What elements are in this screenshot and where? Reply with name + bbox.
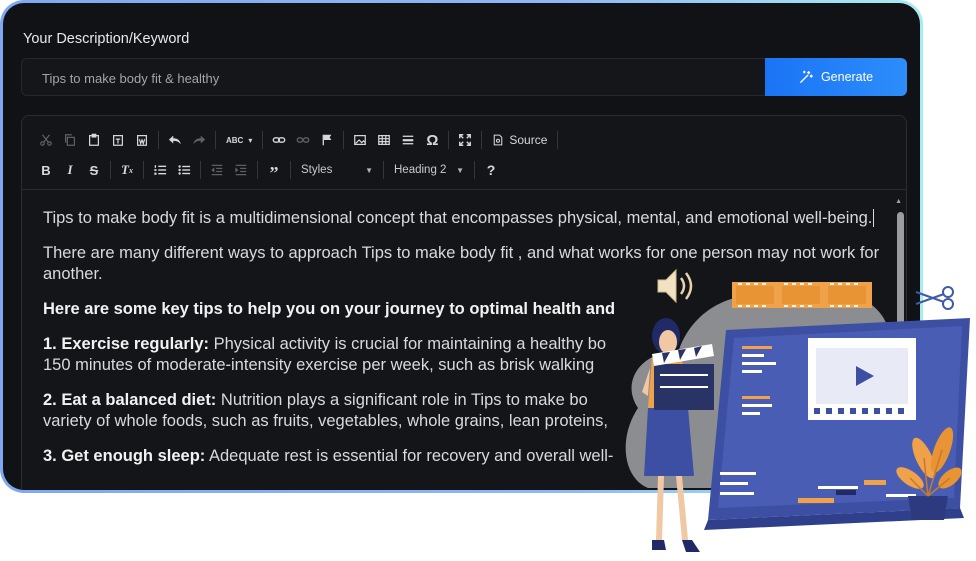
help-icon[interactable]: ? <box>479 158 503 182</box>
format-label: Heading 2 <box>394 164 447 176</box>
toolbar-row-1: ABC ▾ Ω Source <box>34 126 906 154</box>
source-label: Source <box>509 133 548 147</box>
toolbar-separator <box>215 131 216 149</box>
toolbar-separator <box>557 131 559 149</box>
film-strip-icon <box>732 282 872 308</box>
numbered-list-icon[interactable] <box>148 158 172 182</box>
indent-icon[interactable] <box>229 158 253 182</box>
paste-text-icon[interactable] <box>106 128 130 152</box>
strikethrough-icon[interactable]: S <box>82 158 106 182</box>
source-icon <box>494 134 503 146</box>
video-editing-illustration <box>625 268 970 552</box>
description-input[interactable]: Tips to make body fit & healthy <box>21 58 767 96</box>
source-button[interactable]: Source <box>486 133 553 147</box>
toolbar-separator <box>290 161 291 179</box>
paste-word-icon[interactable] <box>130 128 154 152</box>
blockquote-icon[interactable]: ” <box>262 158 286 183</box>
paragraph-1: Tips to make body fit is a multidimensio… <box>43 209 875 227</box>
description-label: Your Description/Keyword <box>23 31 190 47</box>
redo-icon[interactable] <box>187 128 211 152</box>
toolbar-separator <box>200 161 201 179</box>
maximize-icon[interactable] <box>453 128 477 152</box>
chevron-down-icon: ▼ <box>365 165 373 175</box>
cut-icon[interactable] <box>34 128 58 152</box>
anchor-flag-icon[interactable] <box>315 128 339 152</box>
toolbar-separator <box>474 161 475 179</box>
toolbar-separator <box>257 161 258 179</box>
magic-wand-icon <box>799 70 813 83</box>
speaker-icon <box>657 268 693 304</box>
editor-toolbar: ABC ▾ Ω Source B I S T x ” Styles ▼ Head… <box>22 116 906 190</box>
bullet-list-icon[interactable] <box>172 158 196 182</box>
toolbar-separator <box>481 131 483 149</box>
spellcheck-button[interactable]: ABC ▾ <box>220 136 258 145</box>
clapperboard-icon <box>652 344 714 410</box>
undo-icon[interactable] <box>163 128 187 152</box>
scissors-icon <box>915 286 954 310</box>
styles-label: Styles <box>301 164 333 176</box>
toolbar-separator <box>143 161 144 179</box>
scroll-up-arrow-icon[interactable]: ▲ <box>895 198 902 205</box>
italic-icon[interactable]: I <box>58 158 82 182</box>
unlink-icon[interactable] <box>291 128 315 152</box>
link-icon[interactable] <box>267 128 291 152</box>
styles-dropdown[interactable]: Styles ▼ <box>295 158 379 182</box>
image-icon[interactable] <box>348 128 372 152</box>
generate-button[interactable]: Generate <box>765 58 907 96</box>
spellcheck-icon: ABC <box>226 135 244 145</box>
toolbar-separator <box>158 131 159 149</box>
toolbar-row-2: B I S Tx ” Styles ▼ Heading 2 ▼ ? <box>34 156 906 184</box>
bold-icon[interactable]: B <box>34 158 58 182</box>
paste-icon[interactable] <box>82 128 106 152</box>
copy-icon[interactable] <box>58 128 82 152</box>
toolbar-separator <box>343 131 345 149</box>
table-icon[interactable] <box>372 128 396 152</box>
text-cursor: ​ <box>873 209 875 227</box>
toolbar-separator <box>262 131 264 149</box>
toolbar-separator <box>448 131 450 149</box>
special-char-icon[interactable]: Ω <box>420 128 444 152</box>
toolbar-separator <box>383 161 384 179</box>
chevron-down-icon: ▼ <box>456 165 464 175</box>
toolbar-separator <box>110 161 111 179</box>
horizontal-line-icon[interactable] <box>396 128 420 152</box>
outdent-icon[interactable] <box>205 158 229 182</box>
video-player-icon <box>808 338 916 420</box>
format-dropdown[interactable]: Heading 2 ▼ <box>388 158 470 182</box>
generate-label: Generate <box>820 70 874 84</box>
remove-format-icon[interactable]: Tx <box>115 158 139 182</box>
